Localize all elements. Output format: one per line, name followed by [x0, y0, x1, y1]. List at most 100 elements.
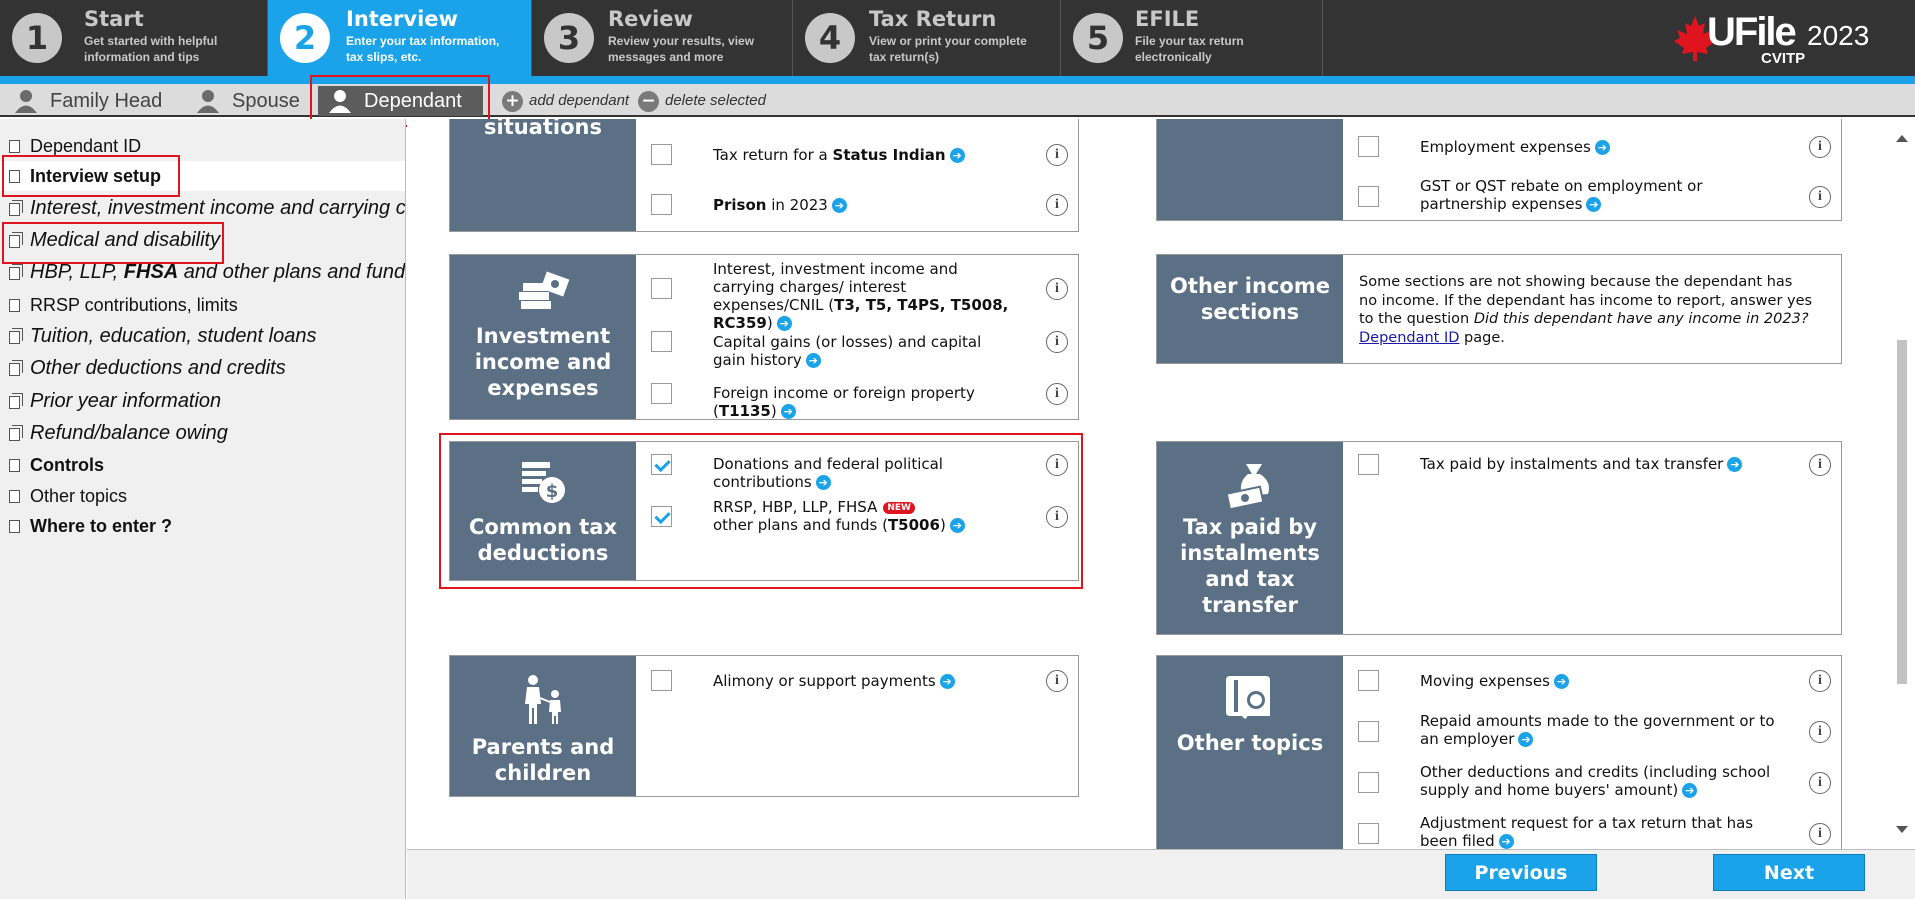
- page-icon: [9, 490, 20, 503]
- sidebar-item-label: Medical and disability: [30, 229, 221, 251]
- row-moving-expenses: Moving expenses ➔ i: [1343, 670, 1841, 710]
- step-tax-return[interactable]: 4 Tax Return View or print your complete…: [793, 0, 1061, 76]
- info-icon[interactable]: i: [1046, 454, 1068, 476]
- row-text: Alimony or support payments ➔: [713, 672, 1016, 690]
- arrow-icon[interactable]: ➔: [831, 198, 847, 213]
- sidebar-item-label: Dependant ID: [30, 136, 142, 156]
- delete-selected-button[interactable]: − delete selected: [638, 90, 766, 114]
- sidebar-item-medical-disability[interactable]: Medical and disability: [0, 226, 405, 256]
- checkbox[interactable]: [1358, 721, 1379, 742]
- new-badge: NEW: [883, 501, 915, 514]
- step-review[interactable]: 3 Review Review your results, view messa…: [532, 0, 793, 76]
- arrow-icon[interactable]: ➔: [949, 518, 965, 533]
- sidebar-item-refund[interactable]: Refund/balance owing: [0, 419, 405, 449]
- sidebar-item-where-to-enter[interactable]: Where to enter ?: [0, 511, 405, 541]
- tab-spouse[interactable]: Spouse: [196, 86, 300, 116]
- brand-name: UFile: [1707, 10, 1797, 54]
- step-title: EFILE: [1135, 7, 1200, 31]
- checkbox[interactable]: [651, 278, 672, 299]
- checkbox[interactable]: [651, 383, 672, 404]
- arrow-icon[interactable]: ➔: [949, 148, 965, 163]
- sidebar-item-prior-year[interactable]: Prior year information: [0, 387, 405, 417]
- money-stack-icon: [519, 271, 570, 309]
- row-text: Tax paid by instalments and tax transfer…: [1420, 455, 1779, 473]
- tab-family-head[interactable]: Family Head: [14, 86, 184, 116]
- scroll-down-icon[interactable]: [1895, 825, 1909, 835]
- page-icon: [9, 140, 20, 153]
- info-icon[interactable]: i: [1046, 331, 1068, 353]
- checkbox[interactable]: [651, 144, 672, 165]
- arrow-icon[interactable]: ➔: [1498, 834, 1514, 849]
- vertical-scrollbar[interactable]: [1889, 121, 1915, 839]
- info-icon[interactable]: i: [1809, 772, 1831, 794]
- arrow-icon[interactable]: ➔: [805, 353, 821, 368]
- pages-icon: [9, 232, 23, 248]
- tab-label: Dependant: [364, 90, 462, 112]
- info-icon[interactable]: i: [1809, 823, 1831, 845]
- step-start[interactable]: 1 Start Get started with helpful informa…: [0, 0, 268, 76]
- arrow-icon[interactable]: ➔: [1553, 674, 1569, 689]
- info-icon[interactable]: i: [1046, 670, 1068, 692]
- sidebar-item-controls[interactable]: Controls: [0, 450, 405, 480]
- sidebar-item-other-topics[interactable]: Other topics: [0, 481, 405, 511]
- checkbox[interactable]: [651, 454, 672, 475]
- page-icon: [9, 520, 20, 533]
- scrollbar-thumb[interactable]: [1897, 340, 1907, 684]
- arrow-icon[interactable]: ➔: [815, 475, 831, 490]
- arrow-icon[interactable]: ➔: [939, 674, 955, 689]
- sidebar-item-label: HBP, LLP, FHSA and other plans and funds: [30, 261, 405, 283]
- person-tab-bar: Family Head Spouse Dependant + add depend…: [0, 84, 1915, 117]
- tab-dependant[interactable]: Dependant: [318, 86, 483, 116]
- arrow-icon[interactable]: ➔: [1594, 140, 1610, 155]
- sidebar-item-other-deductions[interactable]: Other deductions and credits: [0, 354, 405, 384]
- info-icon[interactable]: i: [1809, 136, 1831, 158]
- arrow-icon[interactable]: ➔: [780, 404, 796, 419]
- checkbox[interactable]: [1358, 823, 1379, 844]
- sidebar-item-hbp-llp-fhsa[interactable]: HBP, LLP, FHSA and other plans and funds: [0, 258, 405, 288]
- svg-text:$: $: [546, 481, 559, 502]
- checkbox[interactable]: [1358, 136, 1379, 157]
- info-icon[interactable]: i: [1809, 186, 1831, 208]
- dependant-id-link[interactable]: Dependant ID: [1359, 330, 1459, 346]
- sidebar-item-tuition[interactable]: Tuition, education, student loans: [0, 322, 405, 352]
- checkbox[interactable]: [651, 331, 672, 352]
- row-text: Adjustment request for a tax return that…: [1420, 814, 1754, 849]
- info-icon[interactable]: i: [1046, 194, 1068, 216]
- next-button[interactable]: Next: [1713, 854, 1865, 891]
- info-icon[interactable]: i: [1046, 278, 1068, 300]
- sidebar-item-interest-investment[interactable]: Interest, investment income and carrying…: [0, 194, 405, 224]
- arrow-icon[interactable]: ➔: [1682, 783, 1698, 798]
- arrow-icon[interactable]: ➔: [1518, 732, 1534, 747]
- step-interview[interactable]: 2 Interview Enter your tax information, …: [268, 0, 532, 76]
- sidebar-item-rrsp-contributions[interactable]: RRSP contributions, limits: [0, 290, 405, 320]
- info-icon[interactable]: i: [1046, 383, 1068, 405]
- info-icon[interactable]: i: [1809, 721, 1831, 743]
- sidebar-item-dependant-id[interactable]: Dependant ID: [0, 131, 405, 161]
- step-efile[interactable]: 5 EFILE File your tax return electronica…: [1061, 0, 1323, 76]
- info-icon[interactable]: i: [1046, 144, 1068, 166]
- checkbox[interactable]: [651, 194, 672, 215]
- info-icon[interactable]: i: [1809, 454, 1831, 476]
- row-prison: Prison in 2023 ➔ i: [636, 182, 1078, 222]
- checkbox[interactable]: [651, 670, 672, 691]
- pages-icon: [9, 425, 23, 441]
- delete-selected-label: delete selected: [665, 92, 766, 109]
- checkbox[interactable]: [1358, 454, 1379, 475]
- arrow-icon[interactable]: ➔: [1727, 457, 1743, 472]
- sidebar-item-interview-setup[interactable]: Interview setup: [0, 161, 405, 191]
- row-text: Donations and federal political contribu…: [713, 455, 943, 491]
- scroll-up-icon[interactable]: [1895, 133, 1909, 143]
- card-title: Investment income and expenses: [474, 324, 612, 400]
- row-interest-investment: Interest, investment income and carrying…: [636, 258, 1078, 332]
- arrow-icon[interactable]: ➔: [1586, 197, 1602, 212]
- checkbox[interactable]: [651, 506, 672, 527]
- checkbox[interactable]: [1358, 186, 1379, 207]
- checkbox[interactable]: [1358, 670, 1379, 691]
- info-icon[interactable]: i: [1046, 506, 1068, 528]
- info-icon[interactable]: i: [1809, 670, 1831, 692]
- checkbox[interactable]: [1358, 772, 1379, 793]
- previous-button[interactable]: Previous: [1445, 854, 1597, 891]
- row-employment-expenses: Employment expenses ➔ i: [1343, 130, 1841, 170]
- add-dependant-button[interactable]: + add dependant: [502, 90, 629, 114]
- row-gst-rebate: GST or QST rebate on employment or partn…: [1343, 174, 1841, 214]
